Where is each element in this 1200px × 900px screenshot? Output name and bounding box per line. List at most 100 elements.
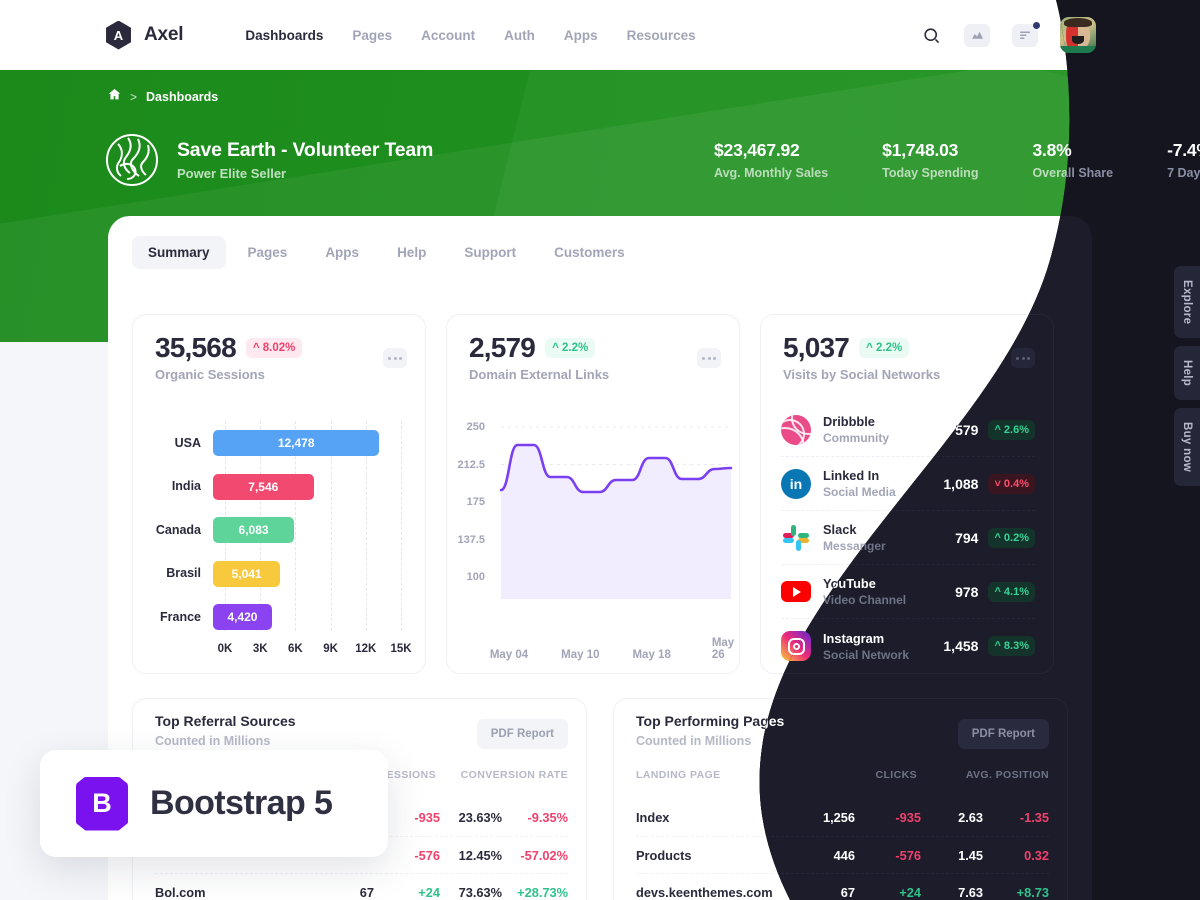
top-navigation-bar: A Axel Dashboards Pages Account Auth Apps Res…: [0, 0, 1200, 70]
tab-summary[interactable]: Summary: [132, 236, 226, 269]
social-name: Dribbble: [823, 414, 875, 429]
table-cell-delta: +24: [899, 884, 921, 900]
table-row[interactable]: Bol.com 67 +24 73.63% +28.73%: [155, 873, 568, 900]
table-cell-rate-delta: -9.35%: [527, 810, 568, 825]
more-options-icon[interactable]: [1011, 348, 1035, 368]
bar-xtick: 3K: [252, 642, 268, 655]
table-cell-name: Bol.com: [155, 884, 206, 900]
bar-fill[interactable]: 7,546: [213, 473, 314, 500]
sidetab-help[interactable]: Help: [1174, 346, 1200, 401]
nav-item-apps[interactable]: Apps: [564, 28, 598, 43]
bar-track: 4,420: [213, 595, 413, 639]
pdf-report-button[interactable]: PDF Report: [958, 719, 1049, 749]
table-cell-rate-delta: +8.73: [1016, 884, 1049, 900]
organic-sessions-bar-chart: USA 12,478 India 7,546 Canada 6,083 Bras…: [147, 421, 413, 659]
breadcrumb-current[interactable]: Dashboards: [146, 90, 218, 104]
user-avatar[interactable]: [1060, 17, 1096, 53]
area-chart-svg: [499, 426, 733, 599]
youtube-icon: [781, 577, 811, 607]
tab-pages[interactable]: Pages: [232, 236, 304, 269]
sidetab-buy-now[interactable]: Buy now: [1174, 408, 1200, 487]
social-info: YouTube Video Channel: [823, 576, 955, 607]
nav-item-auth[interactable]: Auth: [504, 28, 535, 43]
page-subtitle: Power Elite Seller: [177, 166, 287, 181]
bar-fill[interactable]: 4,420: [213, 604, 272, 630]
bar-row: Brasil 5,041: [147, 552, 413, 596]
tab-apps[interactable]: Apps: [309, 236, 375, 269]
table-cell-rate: 7.63: [958, 884, 983, 900]
bar-fill[interactable]: 5,041: [213, 560, 281, 587]
social-value: 794: [955, 529, 979, 546]
bootstrap-promo-badge[interactable]: B Bootstrap 5: [40, 750, 388, 857]
search-icon[interactable]: [920, 24, 942, 46]
chart-icon[interactable]: [964, 23, 990, 47]
nav-item-pages[interactable]: Pages: [352, 28, 392, 43]
card-value: 5,037: [783, 332, 850, 363]
bar-category-label: Brasil: [166, 566, 201, 581]
social-delta-badge: ^ 4.1%: [988, 582, 1035, 602]
social-desc: Video Channel: [823, 593, 907, 607]
organic-sessions-card: 35,568 ^ 8.02% Organic Sessions USA 12,4…: [132, 314, 426, 674]
social-value: 978: [955, 583, 979, 600]
pdf-report-button[interactable]: PDF Report: [476, 719, 568, 749]
hero-stat: $1,748.03 Today Spending: [882, 140, 978, 180]
bar-track: 7,546: [213, 465, 413, 509]
tab-help[interactable]: Help: [381, 236, 442, 269]
brand[interactable]: A Axel: [104, 20, 184, 50]
card-delta-badge: ^ 2.2%: [859, 338, 910, 358]
social-delta-badge: ˅ 0.4%: [988, 474, 1035, 494]
line-ytick: 212.5: [457, 458, 485, 471]
bar-fill[interactable]: 6,083: [213, 517, 295, 543]
table-cell-count: 67: [359, 884, 374, 900]
social-info: Dribbble Community: [823, 414, 955, 445]
brand-logo-icon: A: [106, 20, 131, 50]
tab-customers[interactable]: Customers: [538, 236, 641, 269]
line-ytick: 175: [466, 496, 485, 508]
card-value: 2,579: [469, 332, 536, 363]
social-delta-badge: ^ 2.6%: [988, 420, 1035, 440]
nav-item-resources[interactable]: Resources: [627, 28, 696, 43]
card-metric: 2,579 ^ 2.2%: [469, 332, 596, 364]
table-cell-rate: 2.63: [958, 810, 983, 825]
breadcrumb: > Dashboards: [108, 88, 218, 106]
nav-item-dashboards[interactable]: Dashboards: [245, 28, 323, 43]
bar-row: India 7,546: [147, 465, 413, 509]
line-xtick: May 18: [632, 649, 671, 661]
bar-fill[interactable]: 12,478: [213, 430, 380, 456]
domain-links-area-chart: 100 137.5 175 212.5 250 May 04 May 10 May 18 May…: [457, 415, 734, 661]
table-cell-name: devs.keenthemes.com: [636, 884, 773, 900]
bar-xtick: 6K: [288, 642, 303, 655]
tab-support[interactable]: Support: [448, 236, 532, 269]
hero-stat-label: Avg. Monthly Sales: [714, 166, 829, 180]
bar-track: 6,083: [213, 508, 413, 552]
more-options-icon[interactable]: [383, 348, 407, 368]
card-metric: 5,037 ^ 2.2%: [783, 332, 910, 364]
table-cell-rate-delta: +28.73%: [517, 884, 568, 900]
bar-x-axis: 0K 3K 6K 9K 12K 15K: [218, 639, 412, 663]
app-root: A Axel Dashboards Pages Account Auth Apps Res…: [0, 0, 1200, 900]
hero-stat: -7.4% 7 Days: [1167, 140, 1200, 180]
social-row[interactable]: Instagram Social Network 1,458 ^ 8.3%: [781, 619, 1035, 673]
nav-item-account[interactable]: Account: [421, 28, 475, 43]
social-value: 1,458: [943, 638, 979, 654]
brand-name: Axel: [144, 24, 184, 45]
hero-stat-label: Today Spending: [882, 166, 979, 180]
notifications-icon[interactable]: [1012, 21, 1040, 47]
bar-xtick: 0K: [217, 642, 233, 655]
bar-xtick: 15K: [390, 642, 412, 655]
domain-external-links-card: 2,579 ^ 2.2% Domain External Links 100 13…: [446, 314, 740, 674]
table-cell-rate: 1.45: [958, 847, 983, 863]
table-col-header: CONVERSION RATE: [460, 769, 568, 781]
table-cell-rate-delta: 0.32: [1024, 847, 1049, 863]
bar-row: Canada 6,083: [147, 508, 413, 552]
card-value: 35,568: [155, 332, 237, 363]
notification-dot: [1033, 21, 1040, 29]
social-delta-badge: ^ 0.2%: [988, 528, 1035, 548]
social-value: 1,088: [943, 475, 979, 492]
sidetab-explore[interactable]: Explore: [1174, 266, 1200, 339]
bar-row: USA 12,478: [147, 421, 413, 465]
more-options-icon[interactable]: [697, 348, 721, 368]
table-subtitle: Counted in Millions: [636, 734, 752, 748]
home-icon[interactable]: [108, 88, 121, 106]
hero-stat-label: 7 Days: [1167, 166, 1200, 180]
